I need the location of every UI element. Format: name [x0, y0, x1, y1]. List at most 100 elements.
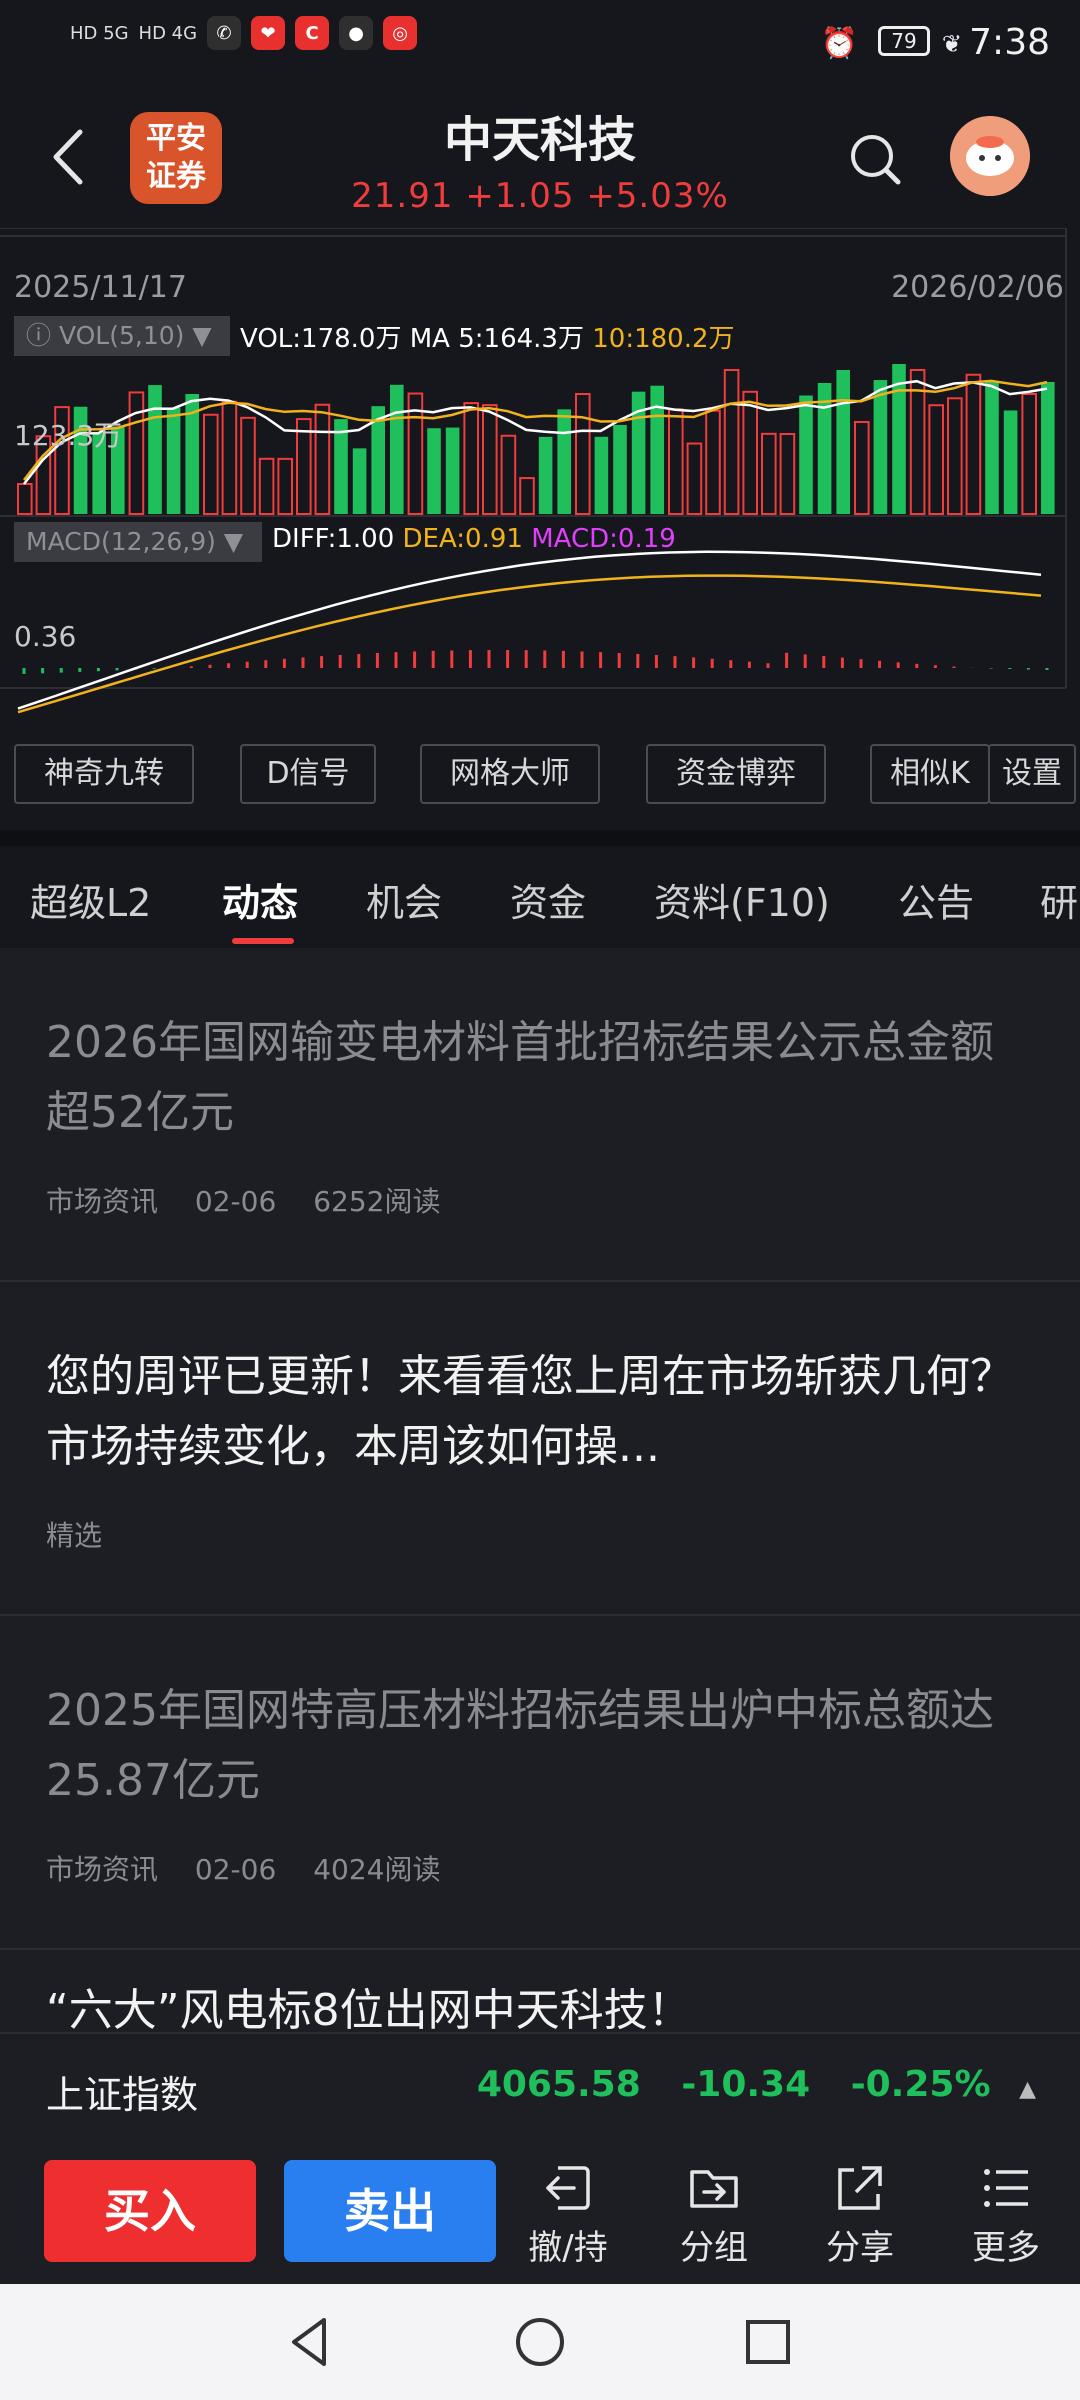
- share-button[interactable]: 分享: [800, 2160, 920, 2270]
- volume-bar: [1003, 410, 1018, 514]
- chart-start-date: 2025/11/17: [14, 270, 187, 305]
- volume-bar: [799, 395, 813, 514]
- more-button[interactable]: 更多: [946, 2160, 1066, 2270]
- volume-bar: [836, 370, 850, 514]
- tool-d-signal[interactable]: D信号: [240, 744, 376, 804]
- nav-recents-icon[interactable]: [738, 2312, 798, 2372]
- volume-bar: [221, 400, 238, 516]
- active-tab-indicator: [232, 938, 294, 944]
- news-title: 2026年国网输变电材料首批招标结果公示总金额超52亿元: [46, 1017, 994, 1138]
- volume-bar: [538, 436, 553, 514]
- volume-bar: [723, 369, 740, 515]
- market-index-bar[interactable]: 上证指数 4065.58 -10.34 -0.25% ▲: [0, 2032, 1080, 2138]
- volume-bar: [314, 403, 331, 516]
- battery-indicator: 79: [878, 26, 930, 56]
- clock: 7:38: [969, 22, 1050, 63]
- volume-bar: [334, 419, 348, 514]
- volume-bar: [947, 397, 963, 515]
- index-change-pct: -0.25%: [850, 2064, 991, 2105]
- tool-grid-master[interactable]: 网格大师: [420, 744, 600, 804]
- alarm-icon: ⏰: [820, 26, 858, 61]
- index-values: 4065.58 -10.34 -0.25% ▲: [449, 2064, 1036, 2105]
- cancel-hold-label: 撤/持: [528, 2228, 608, 2268]
- tab-capital[interactable]: 资金: [510, 872, 586, 927]
- news-meta: 市场资讯 02-06 6252阅读: [46, 1180, 468, 1220]
- volume-bar: [17, 483, 33, 515]
- volume-bar: [779, 433, 796, 516]
- volume-bar: [742, 390, 759, 515]
- news-list: 2026年国网输变电材料首批招标结果公示总金额超52亿元 市场资讯 02-06 …: [0, 948, 1080, 2038]
- volume-indicator-select[interactable]: ⓘ VOL(5,10) ▼: [14, 316, 230, 356]
- wechat-icon: ✆: [207, 16, 242, 50]
- search-icon[interactable]: [848, 132, 904, 188]
- nav-back-icon[interactable]: [280, 2312, 340, 2372]
- folder-icon: [690, 2170, 738, 2208]
- volume-bar: [761, 432, 777, 516]
- volume-bar: [928, 404, 945, 515]
- group-button[interactable]: 分组: [654, 2160, 774, 2270]
- volume-bar: [519, 477, 535, 515]
- news-title: 您的周评已更新！来看看您上周在市场斩获几何？市场持续变化，本周该如何操...: [46, 1351, 1014, 1472]
- volume-readout: VOL:178.0万 MA 5:164.3万 10:180.2万: [240, 318, 735, 355]
- news-reads: 6252阅读: [313, 1185, 441, 1218]
- more-menu-icon: [984, 2169, 1028, 2207]
- buy-button[interactable]: 买入: [44, 2160, 256, 2262]
- tool-fund-game[interactable]: 资金博弈: [646, 744, 826, 804]
- tool-nine-turns[interactable]: 神奇九转: [14, 744, 194, 804]
- tab-news[interactable]: 动态: [222, 872, 298, 927]
- trade-action-bar: 买入 卖出 撤/持 分组 分享 更多: [0, 2138, 1080, 2284]
- nav-home-icon[interactable]: [510, 2312, 570, 2372]
- volume-bar: [463, 402, 479, 515]
- volume-bar: [1021, 393, 1038, 515]
- news-item[interactable]: 2025年国网特高压材料招标结果出炉中标总额达25.87亿元 市场资讯 02-0…: [0, 1616, 1080, 1950]
- stock-name: 中天科技: [443, 112, 636, 168]
- volume-bar: [668, 408, 684, 516]
- sell-button[interactable]: 卖出: [284, 2160, 496, 2262]
- status-bar: HD 5G HD 4G ✆ ❤ C ● ◎ ⏰ 79 ❦ 7:38: [0, 0, 1080, 92]
- news-date: 02-06: [194, 1853, 277, 1886]
- news-title: 2025年国网特高压材料招标结果出炉中标总额达25.87亿元: [46, 1685, 994, 1806]
- volume-bar: [686, 442, 703, 516]
- news-title: “六大”风电标8位出网中天科技！: [46, 1985, 692, 2036]
- volume-bar: [557, 409, 571, 514]
- volume-bar: [482, 404, 498, 515]
- group-label: 分组: [680, 2228, 748, 2268]
- volume-bar: [277, 457, 293, 516]
- tab-super-l2[interactable]: 超级L2: [30, 872, 151, 927]
- tool-settings[interactable]: 设置: [988, 744, 1076, 804]
- system-nav-bar: [0, 2284, 1080, 2400]
- avatar[interactable]: [950, 116, 1030, 196]
- volume-bar: [148, 385, 162, 514]
- news-source: 精选: [46, 1519, 103, 1552]
- diff-value: DIFF:1.00: [272, 524, 395, 554]
- volume-max-label: 123.3万: [14, 419, 123, 452]
- news-item[interactable]: 2026年国网输变电材料首批招标结果公示总金额超52亿元 市场资讯 02-06 …: [0, 948, 1080, 1282]
- chart-tools: 神奇九转 D信号 网格大师 资金博弈 相似K 设置: [0, 744, 1080, 808]
- section-divider: [0, 830, 1080, 846]
- tab-announcements[interactable]: 公告: [898, 872, 974, 927]
- tab-opportunity[interactable]: 机会: [366, 872, 442, 927]
- tool-similar-k[interactable]: 相似K: [870, 744, 990, 804]
- volume-bar: [166, 407, 181, 514]
- tab-research[interactable]: 研: [1040, 872, 1078, 927]
- more-label: 更多: [972, 2228, 1040, 2268]
- volume-bar: [892, 364, 906, 514]
- news-meta: 市场资讯 02-06 4024阅读: [46, 1848, 468, 1888]
- tab-f10[interactable]: 资料(F10): [654, 872, 830, 927]
- volume-bar: [500, 434, 517, 515]
- expand-up-icon[interactable]: ▲: [1019, 2077, 1036, 2102]
- macd-max-label: 0.36: [14, 620, 77, 653]
- volume-bar: [854, 421, 870, 515]
- chart-end-date: 2026/02/06: [891, 270, 1064, 305]
- volume-bar: [258, 457, 275, 515]
- kline-chart[interactable]: 2025/11/17 2026/02/06 ⓘ VOL(5,10) ▼ VOL:…: [0, 228, 1080, 728]
- macd-value: MACD:0.19: [531, 524, 676, 554]
- macd-indicator-select[interactable]: MACD(12,26,9) ▼: [14, 522, 262, 562]
- cancel-hold-button[interactable]: 撤/持: [508, 2160, 628, 2270]
- news-reads: 4024阅读: [313, 1853, 441, 1886]
- news-item[interactable]: 您的周评已更新！来看看您上周在市场斩获几何？市场持续变化，本周该如何操... 精…: [0, 1282, 1080, 1616]
- news-item[interactable]: “六大”风电标8位出网中天科技！: [0, 1950, 1080, 2038]
- tab-bar: 超级L2 动态 机会 资金 资料(F10) 公告 研: [0, 846, 1080, 948]
- volume-bar: [613, 424, 627, 514]
- volume-bar: [965, 373, 982, 515]
